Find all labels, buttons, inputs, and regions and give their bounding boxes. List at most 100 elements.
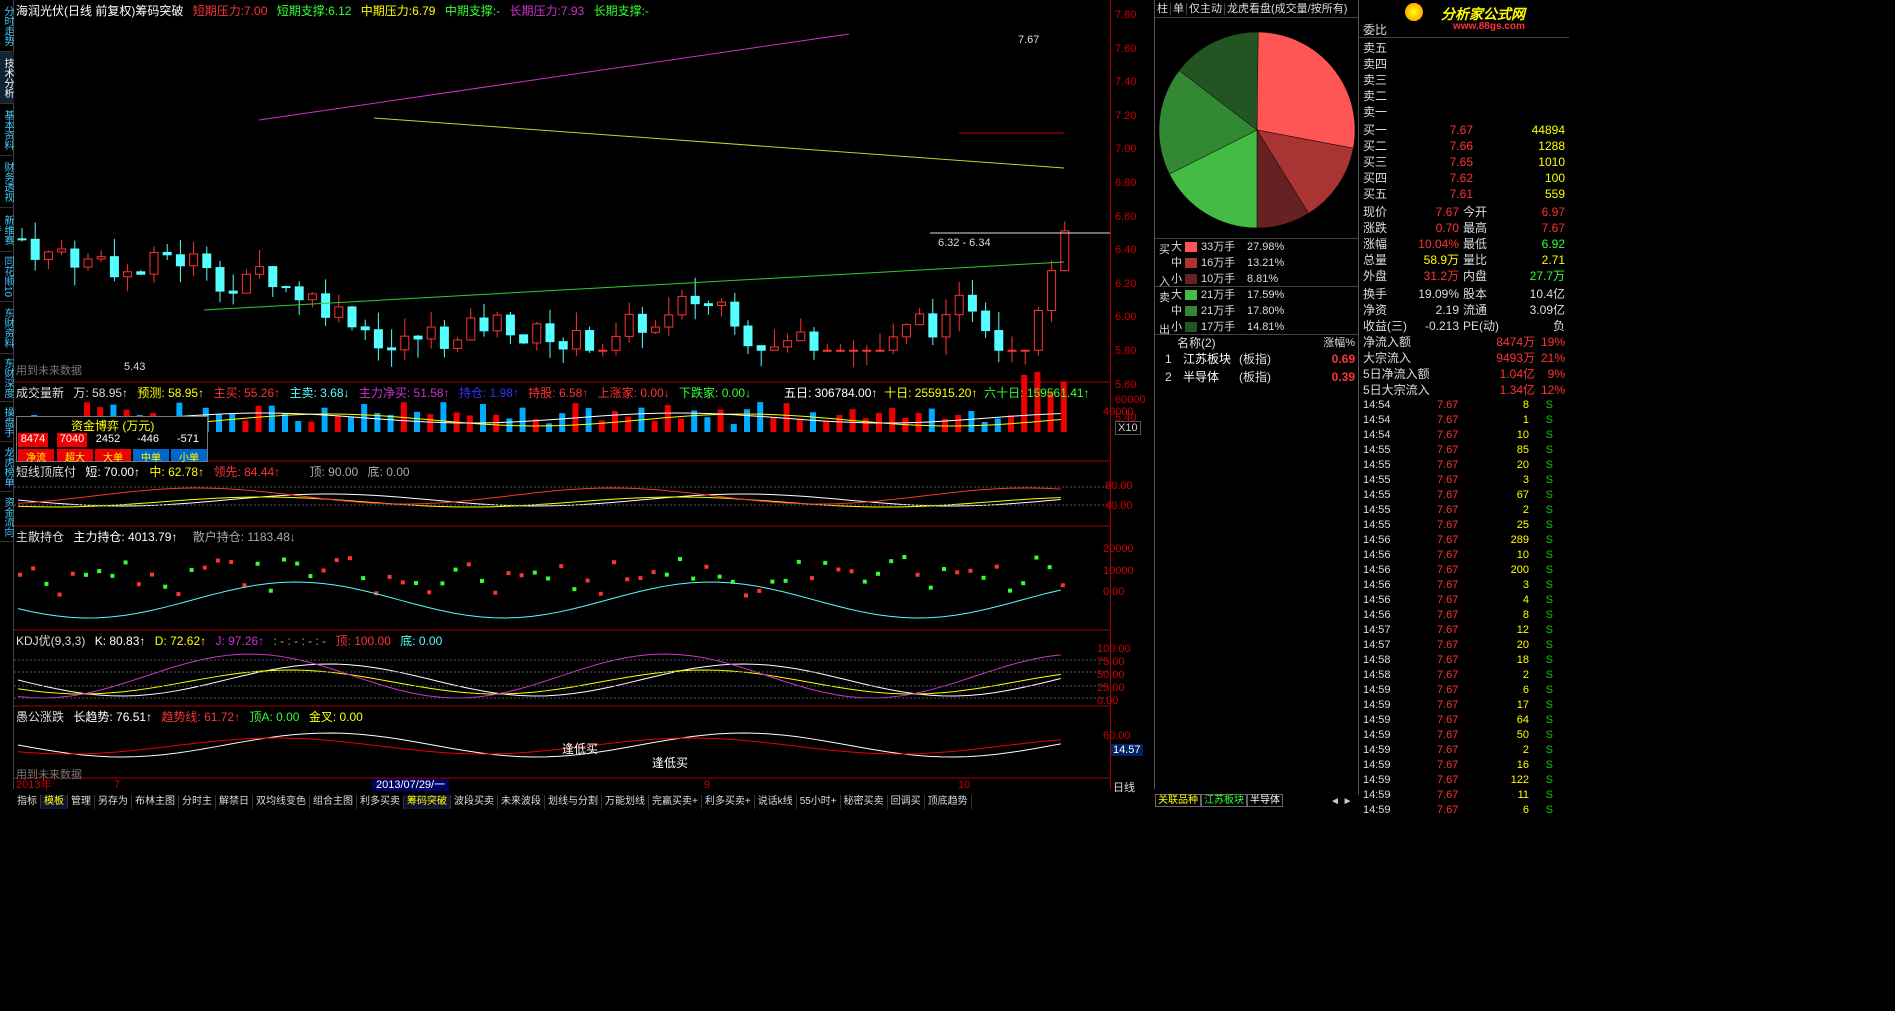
btab-1[interactable]: 模板 (41, 795, 68, 809)
price-tick: 5.80 (1115, 345, 1137, 357)
mid-tab-bar[interactable]: 柱 (1155, 3, 1171, 15)
btab-9[interactable]: 利多买卖 (357, 795, 404, 809)
volume-bar (585, 408, 592, 432)
hold-marker (532, 570, 537, 575)
btab-4[interactable]: 布林主图 (132, 795, 179, 809)
bid-volume: 1010 (1538, 155, 1565, 169)
hold-marker (862, 579, 867, 584)
five-day-vol: 五日: 306784.00↑ (784, 386, 878, 400)
price-tick: 7.80 (1115, 9, 1137, 21)
related-list-item[interactable]: 2 半导体 (板指) 0.39 (1155, 368, 1359, 386)
hold-marker (651, 570, 656, 575)
rel-tab-semi[interactable]: 半导体 (1247, 794, 1283, 807)
tab-finance[interactable]: 财务透视 (0, 156, 14, 208)
bid-row: 买五 7.61 559 (1359, 186, 1569, 202)
color-swatch (1185, 322, 1197, 332)
btab-13[interactable]: 划线与分割 (545, 795, 602, 809)
btab-19[interactable]: 秘密买卖 (841, 795, 888, 809)
date-year: 2013年 (16, 779, 52, 791)
tick-row: 14:55 7.67 25 S (1359, 518, 1569, 533)
btab-2[interactable]: 管理 (68, 795, 95, 809)
tick-price: 7.67 (1437, 429, 1459, 441)
tab-tech-analysis[interactable]: 技术分析 (0, 52, 14, 104)
date-cursor: 2013/07/29/一 (372, 779, 450, 791)
btab-11[interactable]: 波段买卖 (451, 795, 498, 809)
ask-label: 卖二 (1363, 89, 1388, 103)
tick-side: S (1545, 684, 1553, 696)
mid-tab-active[interactable]: 仅主动 (1187, 3, 1225, 15)
item-type: (板指) (1239, 370, 1271, 384)
rel-tab-related[interactable]: 关联品种 (1155, 794, 1201, 807)
candle-body (690, 295, 700, 305)
chart-area[interactable]: 海润光伏(日线 前复权)筹码突破 短期压力:7.00 短期支撑:6.12 中期压… (14, 0, 1110, 791)
mid-tab-dragon[interactable]: 龙虎看盘(成交量/按所有) (1225, 3, 1349, 15)
tab-dragon[interactable]: 龙虎榜单 (0, 442, 14, 492)
volume-bar (334, 416, 341, 432)
btab-5[interactable]: 分时主 (179, 795, 216, 809)
btab-8[interactable]: 组合主图 (310, 795, 357, 809)
bid-price: 7.66 (1449, 139, 1473, 153)
btab-3[interactable]: 另存为 (95, 795, 132, 809)
support-line (203, 261, 1065, 311)
tab-operate[interactable]: 操盘手 (0, 402, 14, 442)
hold-marker (876, 571, 880, 576)
tab-capital-flow[interactable]: 资金流向 (0, 492, 14, 542)
period-label[interactable]: 日线 (1113, 779, 1135, 795)
candle-body (981, 310, 991, 332)
tick-side: S (1545, 459, 1553, 471)
btab-18[interactable]: 55小时+ (797, 795, 841, 809)
tab-new-dimension[interactable]: 新维赛特 (0, 208, 14, 252)
hold-marker (414, 581, 418, 586)
btab-17[interactable]: 说话k线 (755, 795, 797, 809)
pct-value: 17.80% (1247, 305, 1285, 317)
volume-bar (440, 402, 447, 432)
tick-price: 7.67 (1437, 519, 1459, 531)
volume-bar (255, 405, 262, 432)
trend-long-line (17, 732, 1061, 758)
btab-6[interactable]: 解禁日 (216, 795, 253, 809)
hold-item-2: 散户持仓: 1183.48↓ (192, 530, 296, 544)
candle-body (123, 271, 133, 278)
btab-0[interactable]: 指标 (14, 795, 41, 809)
tab-flush[interactable]: 同花顺10 (0, 252, 14, 302)
short-panel-title: 短线顶底付 (16, 465, 77, 479)
tick-price: 7.67 (1437, 444, 1459, 456)
btab-14[interactable]: 万能划线 (602, 795, 649, 809)
btab-10[interactable]: 筹码突破 (404, 795, 451, 809)
date-month-9: 9 (704, 779, 711, 791)
tab-eastmoney[interactable]: 东财资料 (0, 302, 14, 354)
tick-side: S (1545, 759, 1553, 771)
bid-volume: 44894 (1531, 123, 1565, 137)
btab-7[interactable]: 双均线变色 (253, 795, 310, 809)
tab-depth[interactable]: 东财深度 (0, 354, 14, 402)
hold-marker (427, 590, 432, 595)
vol-item-3: 主买: 55.26↑ (213, 386, 281, 400)
bid-row: 买一 7.67 44894 (1359, 122, 1569, 138)
hold-marker (1008, 588, 1012, 593)
btab-12[interactable]: 未来波段 (498, 795, 545, 809)
hold-marker (519, 573, 524, 578)
rel-tab-jiangsu[interactable]: 江苏板块 (1201, 794, 1247, 807)
tick-volume: 6 (1522, 804, 1529, 816)
candle-body (268, 266, 278, 288)
short-axis-40: 40.00 (1105, 500, 1133, 512)
hold-marker (546, 576, 550, 581)
tick-time: 14:55 (1363, 519, 1391, 531)
btab-16[interactable]: 利多买卖+ (702, 795, 755, 809)
tab-fundamentals[interactable]: 基本资料 (0, 104, 14, 156)
mid-tab-single[interactable]: 单 (1171, 3, 1187, 15)
short-item-5: 底: 0.00 (367, 465, 410, 479)
related-list-item[interactable]: 1 江苏板块 (板指) 0.69 (1155, 350, 1359, 368)
hold-marker (928, 585, 933, 590)
vol-item-7: 持股: 6.58↑ (528, 386, 589, 400)
vol-item-6: 持仓: 1.98↑ (458, 386, 519, 400)
lead-line (17, 487, 1061, 505)
btab-20[interactable]: 回调买 (888, 795, 925, 809)
volume-bar (651, 420, 658, 432)
tick-row: 14:54 7.67 10 S (1359, 428, 1569, 443)
btab-15[interactable]: 完赢买卖+ (649, 795, 702, 809)
tab-timeline[interactable]: 分时走势 (0, 0, 14, 52)
btab-21[interactable]: 顶底趋势 (925, 795, 972, 809)
dragon-tiger-panel: 柱单仅主动 龙虎看盘(成交量/按所有) 买 入 大 33万手 27.98% 中 16万手 1… (1154, 0, 1359, 807)
hold-marker (704, 564, 709, 569)
